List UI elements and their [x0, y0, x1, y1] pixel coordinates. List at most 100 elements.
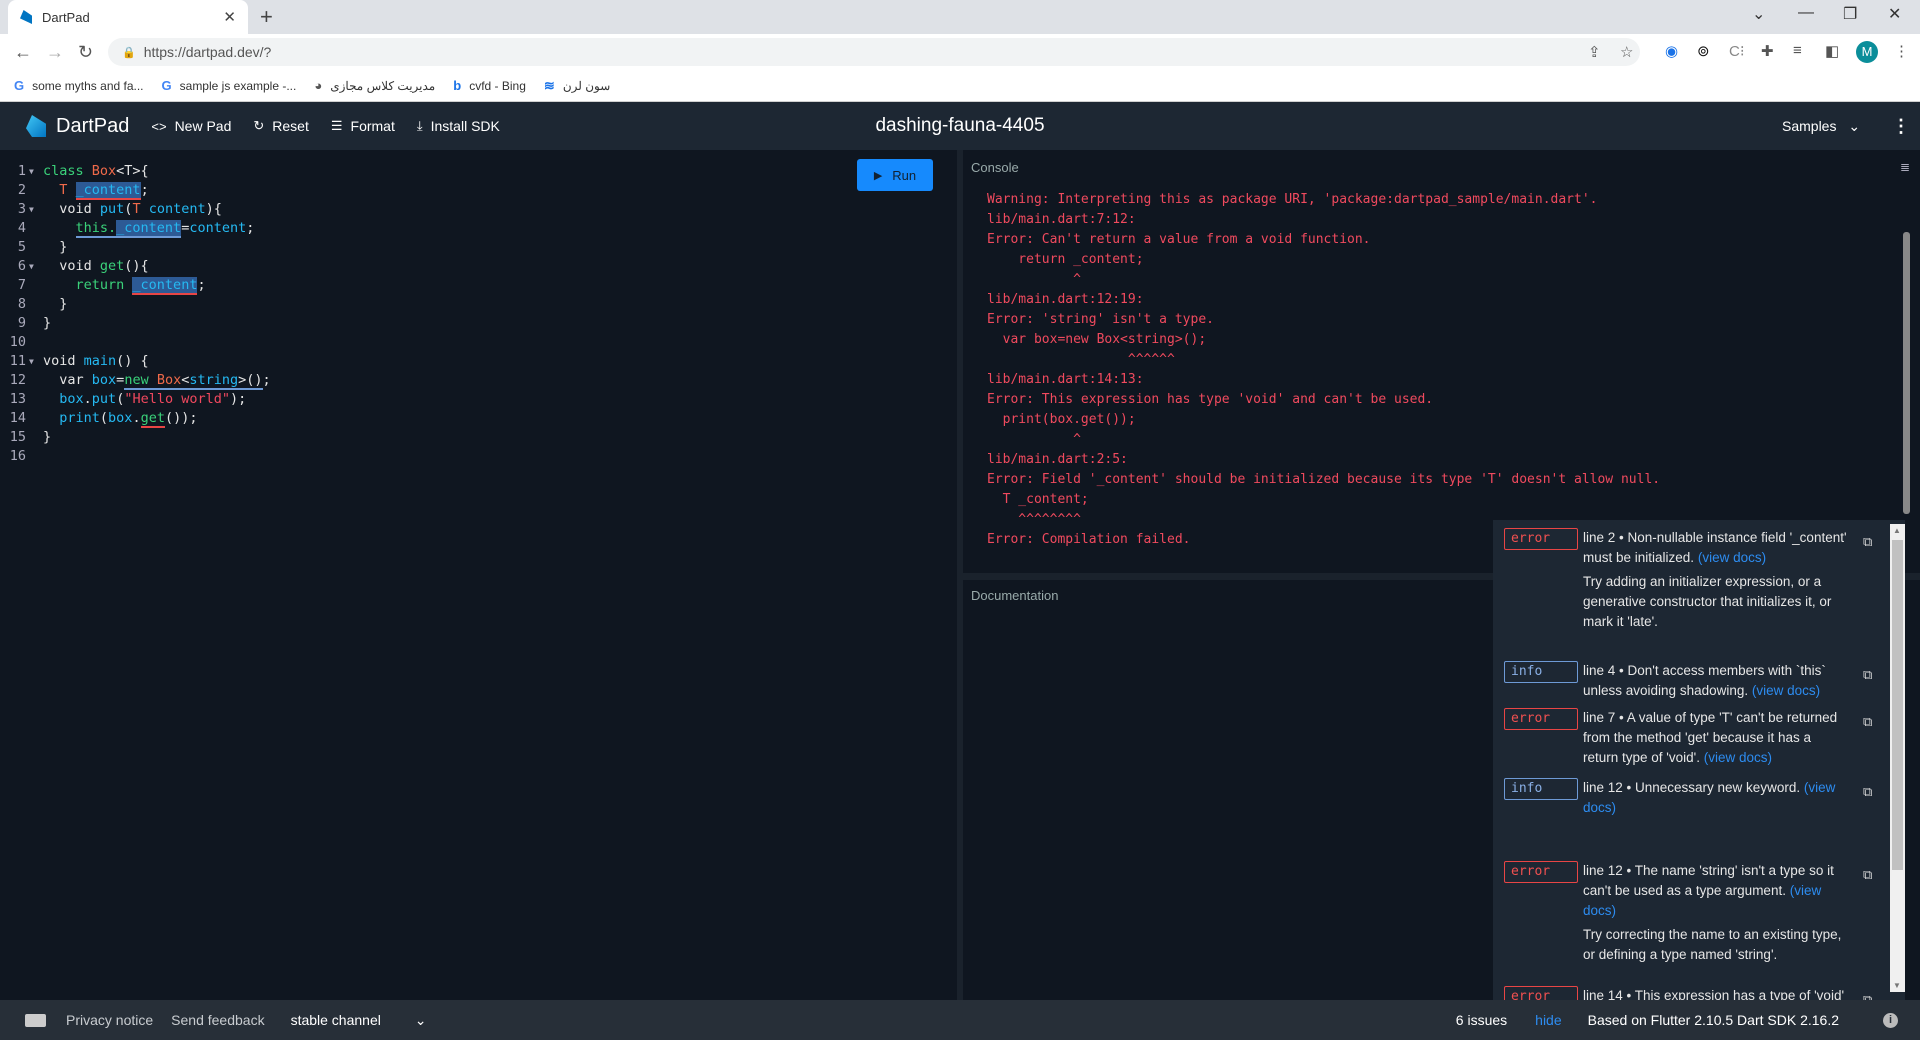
new-pad-button[interactable]: <> New Pad [151, 118, 231, 134]
code-line[interactable]: 14 print(box.get()); [0, 409, 950, 428]
code-line[interactable]: 9} [0, 314, 950, 333]
code-line[interactable]: 2 T _content; [0, 181, 950, 200]
bookmark-item[interactable]: b cvfd - Bing [453, 78, 526, 93]
issues-panel: error line 2 • Non-nullable instance fiel… [1493, 520, 1905, 1000]
code-token: Box [91, 163, 117, 179]
code-token: "Hello world" [124, 391, 230, 407]
privacy-notice-link[interactable]: Privacy notice [66, 1012, 153, 1028]
issue-message: line 7 • A value of type 'T' can't be re… [1583, 708, 1848, 768]
fold-arrow-icon[interactable]: ▼ [26, 352, 43, 371]
forward-icon[interactable]: → [46, 42, 64, 63]
tab-search-icon[interactable]: ⌄ [1752, 4, 1765, 24]
bookmark-item[interactable]: Gsome myths and fa... [14, 78, 144, 93]
code-line[interactable]: 3 ▼ void put(T content){ [0, 200, 950, 219]
extension-c-icon[interactable]: C⁝ [1729, 42, 1745, 60]
code-token: . [83, 391, 92, 407]
media-queue-icon[interactable]: ≡ [1793, 42, 1802, 59]
code-line[interactable]: 1 ▼ class Box<T>{ [0, 162, 950, 181]
copy-icon[interactable]: ⧉ [1863, 867, 1872, 883]
more-menu-icon[interactable]: ⋮ [1892, 116, 1910, 137]
run-button[interactable]: ▶ Run [857, 159, 933, 191]
channel-dropdown[interactable]: stable channel ⌄ [291, 1012, 445, 1029]
send-feedback-link[interactable]: Send feedback [171, 1012, 264, 1028]
close-window-button[interactable]: ✕ [1888, 4, 1901, 24]
line-number: 4 [17, 220, 26, 236]
back-icon[interactable]: ← [14, 42, 32, 63]
bookmark-item[interactable]: ≋ سون لرن [544, 78, 610, 94]
dartpad-logo[interactable]: DartPad [26, 115, 129, 138]
error-badge: error [1504, 708, 1578, 730]
issue-fix: Try correcting the name to an existing t… [1583, 927, 1842, 962]
keyboard-icon[interactable] [25, 1013, 46, 1027]
view-docs-link[interactable]: (view docs) [1752, 683, 1820, 698]
code-line[interactable]: 13 box.put("Hello world"); [0, 390, 950, 409]
code-token: ( [99, 410, 109, 426]
reload-icon[interactable]: ↻ [78, 42, 94, 63]
extension-screen-icon[interactable]: ◉ [1665, 42, 1678, 60]
bookmark-star-icon[interactable]: ☆ [1620, 43, 1633, 61]
browser-tab-bar: DartPad ✕ + ⌄ — ❐ ✕ [0, 0, 1920, 34]
code-line[interactable]: 10 [0, 333, 950, 352]
extensions-puzzle-icon[interactable]: ✚ [1761, 42, 1774, 60]
code-line[interactable]: 11 ▼ void main() { [0, 352, 950, 371]
console-line: Error: Compilation failed. [987, 532, 1191, 547]
code-line[interactable]: 7 return _content; [0, 276, 950, 295]
scrollbar-thumb[interactable] [1892, 540, 1903, 870]
copy-icon[interactable]: ⧉ [1863, 714, 1872, 730]
console-panel: Console ≣ Warning: Interpreting this as … [963, 150, 1920, 573]
code-line[interactable]: 5 } [0, 238, 950, 257]
new-tab-button[interactable]: + [260, 4, 273, 30]
side-panel-icon[interactable]: ◧ [1825, 42, 1839, 60]
bookmark-item[interactable]: ◕ مدیریت کلاس مجازی [314, 78, 435, 93]
console-line: Warning: Interpreting this as package UR… [987, 192, 1598, 207]
fold-arrow-icon[interactable]: ▼ [26, 257, 43, 276]
browser-tab[interactable]: DartPad ✕ [8, 0, 248, 34]
code-token: ; [262, 372, 271, 388]
code-token: var [43, 372, 92, 388]
copy-icon[interactable]: ⧉ [1863, 534, 1872, 550]
extension-link-icon[interactable]: ⊚ [1697, 42, 1710, 60]
profile-avatar[interactable]: M [1856, 41, 1878, 63]
view-docs-link[interactable]: (view docs) [1698, 550, 1766, 565]
code-line[interactable]: 6 ▼ void get(){ [0, 257, 950, 276]
hide-issues-link[interactable]: hide [1535, 1012, 1561, 1028]
code-token: main [83, 353, 117, 369]
code-line[interactable]: 4 this._content=content; [0, 219, 950, 238]
console-line: Error: Can't return a value from a void … [987, 232, 1371, 247]
code-line[interactable]: 8 } [0, 295, 950, 314]
channel-label: stable channel [290, 1011, 381, 1028]
code-editor[interactable]: 1 ▼ class Box<T>{2 T _content; 3 ▼ void put(… [0, 150, 957, 1000]
minimize-button[interactable]: — [1798, 4, 1814, 22]
view-docs-link[interactable]: (view docs) [1704, 750, 1772, 765]
copy-icon[interactable]: ⧉ [1863, 667, 1872, 683]
sdk-version: Based on Flutter 2.10.5 Dart SDK 2.16.2 [1587, 1012, 1839, 1028]
copy-icon[interactable]: ⧉ [1863, 992, 1872, 1000]
reset-button[interactable]: ↻ Reset [253, 118, 308, 134]
fold-arrow-icon[interactable]: ▼ [26, 200, 43, 219]
scroll-down-icon[interactable]: ▼ [1893, 981, 1901, 990]
scroll-up-icon[interactable]: ▲ [1893, 526, 1901, 535]
code-line[interactable]: 15} [0, 428, 950, 447]
code-token: get [99, 258, 125, 274]
issues-scrollbar[interactable]: ▲ ▼ [1890, 524, 1905, 992]
console-scrollbar[interactable] [1903, 232, 1910, 514]
code-token: new [124, 372, 157, 390]
code-line[interactable]: 16 [0, 447, 950, 466]
browser-menu-icon[interactable]: ⋮ [1894, 42, 1909, 60]
format-button[interactable]: ☰ Format [331, 118, 395, 134]
info-icon[interactable]: i [1883, 1012, 1898, 1028]
fold-arrow-icon[interactable]: ▼ [26, 162, 43, 181]
share-icon[interactable]: ⇪ [1588, 43, 1601, 61]
close-tab-icon[interactable]: ✕ [223, 8, 236, 26]
line-number: 1 [17, 163, 26, 179]
clear-console-icon[interactable]: ≣ [1900, 160, 1910, 174]
url-bar[interactable]: 🔒 https://dartpad.dev/? ⇪ ☆ [108, 38, 1640, 66]
restore-button[interactable]: ❐ [1843, 4, 1857, 24]
copy-icon[interactable]: ⧉ [1863, 784, 1872, 800]
play-icon: ▶ [873, 169, 883, 182]
code-line[interactable]: 12 var box=new Box<string>(); [0, 371, 950, 390]
bookmark-item[interactable]: Gsample js example -... [162, 78, 297, 93]
install-sdk-button[interactable]: ⤓ Install SDK [417, 118, 500, 134]
samples-dropdown[interactable]: Samples ⌄ [1782, 118, 1860, 135]
